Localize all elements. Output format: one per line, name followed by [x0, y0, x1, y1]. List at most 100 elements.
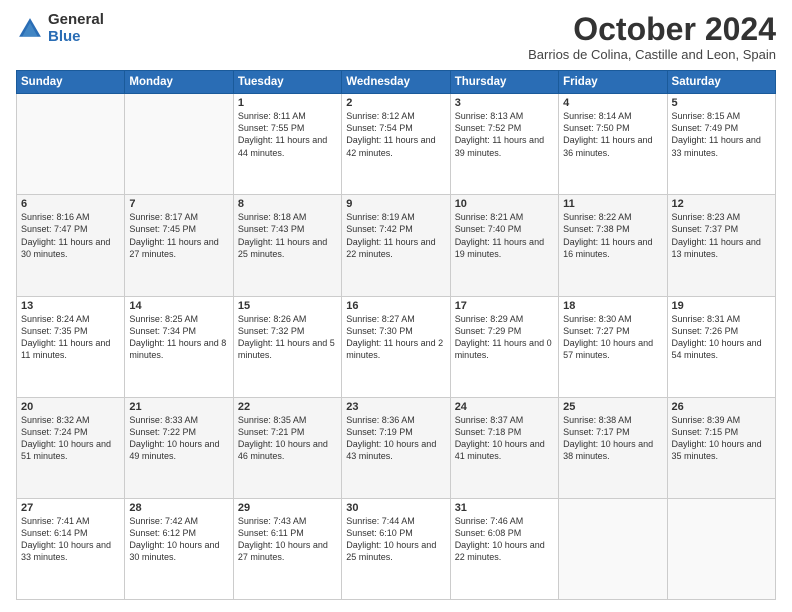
calendar-cell: 15Sunrise: 8:26 AM Sunset: 7:32 PM Dayli…: [233, 296, 341, 397]
calendar-cell: 29Sunrise: 7:43 AM Sunset: 6:11 PM Dayli…: [233, 498, 341, 599]
day-number: 13: [21, 300, 120, 312]
day-header-wednesday: Wednesday: [342, 71, 450, 94]
calendar-cell: 30Sunrise: 7:44 AM Sunset: 6:10 PM Dayli…: [342, 498, 450, 599]
day-number: 8: [238, 198, 337, 210]
calendar-cell: 22Sunrise: 8:35 AM Sunset: 7:21 PM Dayli…: [233, 397, 341, 498]
day-info: Sunrise: 8:19 AM Sunset: 7:42 PM Dayligh…: [346, 211, 445, 260]
day-number: 16: [346, 300, 445, 312]
day-number: 15: [238, 300, 337, 312]
day-info: Sunrise: 7:43 AM Sunset: 6:11 PM Dayligh…: [238, 515, 337, 564]
day-info: Sunrise: 8:31 AM Sunset: 7:26 PM Dayligh…: [672, 313, 771, 362]
calendar-cell: 7Sunrise: 8:17 AM Sunset: 7:45 PM Daylig…: [125, 195, 233, 296]
calendar-cell: 13Sunrise: 8:24 AM Sunset: 7:35 PM Dayli…: [17, 296, 125, 397]
day-info: Sunrise: 8:16 AM Sunset: 7:47 PM Dayligh…: [21, 211, 120, 260]
day-number: 29: [238, 502, 337, 514]
calendar-cell: [125, 94, 233, 195]
day-info: Sunrise: 8:14 AM Sunset: 7:50 PM Dayligh…: [563, 110, 662, 159]
day-info: Sunrise: 7:46 AM Sunset: 6:08 PM Dayligh…: [455, 515, 554, 564]
calendar-cell: [559, 498, 667, 599]
subtitle: Barrios de Colina, Castille and Leon, Sp…: [528, 47, 776, 62]
day-number: 21: [129, 401, 228, 413]
day-number: 18: [563, 300, 662, 312]
day-number: 20: [21, 401, 120, 413]
day-number: 5: [672, 97, 771, 109]
day-info: Sunrise: 8:15 AM Sunset: 7:49 PM Dayligh…: [672, 110, 771, 159]
calendar-cell: [17, 94, 125, 195]
calendar-cell: 31Sunrise: 7:46 AM Sunset: 6:08 PM Dayli…: [450, 498, 558, 599]
day-number: 25: [563, 401, 662, 413]
calendar-cell: 24Sunrise: 8:37 AM Sunset: 7:18 PM Dayli…: [450, 397, 558, 498]
day-number: 17: [455, 300, 554, 312]
day-number: 4: [563, 97, 662, 109]
day-info: Sunrise: 8:29 AM Sunset: 7:29 PM Dayligh…: [455, 313, 554, 362]
day-number: 19: [672, 300, 771, 312]
day-info: Sunrise: 8:13 AM Sunset: 7:52 PM Dayligh…: [455, 110, 554, 159]
day-header-friday: Friday: [559, 71, 667, 94]
day-info: Sunrise: 8:12 AM Sunset: 7:54 PM Dayligh…: [346, 110, 445, 159]
calendar-cell: 26Sunrise: 8:39 AM Sunset: 7:15 PM Dayli…: [667, 397, 775, 498]
day-number: 9: [346, 198, 445, 210]
day-info: Sunrise: 8:35 AM Sunset: 7:21 PM Dayligh…: [238, 414, 337, 463]
day-info: Sunrise: 7:42 AM Sunset: 6:12 PM Dayligh…: [129, 515, 228, 564]
day-number: 10: [455, 198, 554, 210]
day-info: Sunrise: 8:21 AM Sunset: 7:40 PM Dayligh…: [455, 211, 554, 260]
day-info: Sunrise: 7:44 AM Sunset: 6:10 PM Dayligh…: [346, 515, 445, 564]
calendar-cell: 5Sunrise: 8:15 AM Sunset: 7:49 PM Daylig…: [667, 94, 775, 195]
week-row-4: 20Sunrise: 8:32 AM Sunset: 7:24 PM Dayli…: [17, 397, 776, 498]
calendar-cell: 12Sunrise: 8:23 AM Sunset: 7:37 PM Dayli…: [667, 195, 775, 296]
day-header-saturday: Saturday: [667, 71, 775, 94]
calendar-cell: 1Sunrise: 8:11 AM Sunset: 7:55 PM Daylig…: [233, 94, 341, 195]
day-header-monday: Monday: [125, 71, 233, 94]
day-header-thursday: Thursday: [450, 71, 558, 94]
logo-text: General Blue: [48, 12, 104, 45]
calendar-cell: 11Sunrise: 8:22 AM Sunset: 7:38 PM Dayli…: [559, 195, 667, 296]
calendar-body: 1Sunrise: 8:11 AM Sunset: 7:55 PM Daylig…: [17, 94, 776, 600]
day-number: 6: [21, 198, 120, 210]
calendar-cell: 20Sunrise: 8:32 AM Sunset: 7:24 PM Dayli…: [17, 397, 125, 498]
calendar-cell: 27Sunrise: 7:41 AM Sunset: 6:14 PM Dayli…: [17, 498, 125, 599]
day-info: Sunrise: 8:33 AM Sunset: 7:22 PM Dayligh…: [129, 414, 228, 463]
calendar-cell: 23Sunrise: 8:36 AM Sunset: 7:19 PM Dayli…: [342, 397, 450, 498]
day-number: 23: [346, 401, 445, 413]
title-block: October 2024 Barrios de Colina, Castille…: [528, 12, 776, 62]
calendar-cell: 19Sunrise: 8:31 AM Sunset: 7:26 PM Dayli…: [667, 296, 775, 397]
day-header-tuesday: Tuesday: [233, 71, 341, 94]
week-row-2: 6Sunrise: 8:16 AM Sunset: 7:47 PM Daylig…: [17, 195, 776, 296]
calendar-cell: [667, 498, 775, 599]
day-info: Sunrise: 8:39 AM Sunset: 7:15 PM Dayligh…: [672, 414, 771, 463]
logo-general: General: [48, 12, 104, 29]
day-number: 28: [129, 502, 228, 514]
calendar-header: SundayMondayTuesdayWednesdayThursdayFrid…: [17, 71, 776, 94]
day-number: 2: [346, 97, 445, 109]
calendar-cell: 3Sunrise: 8:13 AM Sunset: 7:52 PM Daylig…: [450, 94, 558, 195]
calendar-cell: 21Sunrise: 8:33 AM Sunset: 7:22 PM Dayli…: [125, 397, 233, 498]
day-number: 14: [129, 300, 228, 312]
day-info: Sunrise: 8:26 AM Sunset: 7:32 PM Dayligh…: [238, 313, 337, 362]
calendar-cell: 18Sunrise: 8:30 AM Sunset: 7:27 PM Dayli…: [559, 296, 667, 397]
day-number: 1: [238, 97, 337, 109]
day-number: 27: [21, 502, 120, 514]
day-info: Sunrise: 8:27 AM Sunset: 7:30 PM Dayligh…: [346, 313, 445, 362]
calendar-cell: 25Sunrise: 8:38 AM Sunset: 7:17 PM Dayli…: [559, 397, 667, 498]
day-info: Sunrise: 8:22 AM Sunset: 7:38 PM Dayligh…: [563, 211, 662, 260]
week-row-5: 27Sunrise: 7:41 AM Sunset: 6:14 PM Dayli…: [17, 498, 776, 599]
calendar-cell: 4Sunrise: 8:14 AM Sunset: 7:50 PM Daylig…: [559, 94, 667, 195]
day-info: Sunrise: 8:23 AM Sunset: 7:37 PM Dayligh…: [672, 211, 771, 260]
day-number: 12: [672, 198, 771, 210]
page: General Blue October 2024 Barrios de Col…: [0, 0, 792, 612]
calendar-cell: 9Sunrise: 8:19 AM Sunset: 7:42 PM Daylig…: [342, 195, 450, 296]
calendar-cell: 10Sunrise: 8:21 AM Sunset: 7:40 PM Dayli…: [450, 195, 558, 296]
calendar-cell: 16Sunrise: 8:27 AM Sunset: 7:30 PM Dayli…: [342, 296, 450, 397]
logo: General Blue: [16, 12, 104, 45]
day-number: 31: [455, 502, 554, 514]
main-title: October 2024: [528, 12, 776, 47]
day-info: Sunrise: 8:17 AM Sunset: 7:45 PM Dayligh…: [129, 211, 228, 260]
logo-icon: [16, 15, 44, 43]
calendar-cell: 14Sunrise: 8:25 AM Sunset: 7:34 PM Dayli…: [125, 296, 233, 397]
day-number: 3: [455, 97, 554, 109]
day-number: 22: [238, 401, 337, 413]
day-info: Sunrise: 8:18 AM Sunset: 7:43 PM Dayligh…: [238, 211, 337, 260]
day-number: 26: [672, 401, 771, 413]
day-number: 30: [346, 502, 445, 514]
day-info: Sunrise: 8:11 AM Sunset: 7:55 PM Dayligh…: [238, 110, 337, 159]
